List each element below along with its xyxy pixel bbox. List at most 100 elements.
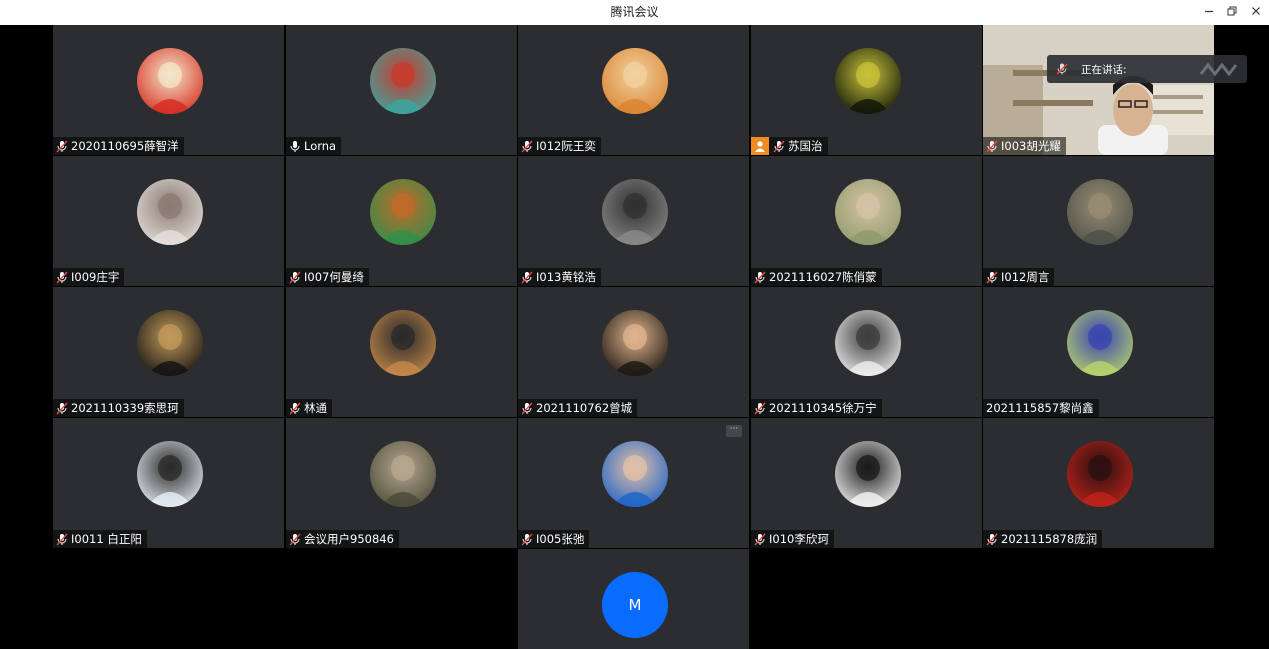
participant-tile[interactable]: I003胡光耀 xyxy=(983,25,1214,155)
participant-name: I003胡光耀 xyxy=(1001,139,1061,153)
participant-name: Lorna xyxy=(304,139,337,153)
muted-mic-icon xyxy=(56,533,68,545)
muted-mic-icon xyxy=(521,533,533,545)
participant-name: 2021110339索思珂 xyxy=(71,401,179,415)
participant-tile[interactable]: Lorna xyxy=(286,25,517,155)
participant-name: 2020110695薛智洋 xyxy=(71,139,179,153)
avatar xyxy=(835,441,901,507)
participant-name: 2021115857黎尚鑫 xyxy=(986,401,1094,415)
participant-name: I007何曼绮 xyxy=(304,270,364,284)
host-icon xyxy=(751,137,769,155)
muted-mic-icon xyxy=(289,271,301,283)
participant-name: 2021110762曾城 xyxy=(536,401,633,415)
muted-mic-icon xyxy=(754,533,766,545)
muted-mic-icon xyxy=(56,140,68,152)
participant-name-bar: I005张弛 xyxy=(518,530,590,548)
participant-name-bar: I0011 白正阳 xyxy=(53,530,147,548)
participant-name-bar: I007何曼绮 xyxy=(286,268,369,286)
participant-tile[interactable]: 2021110339索思珂 xyxy=(53,287,284,417)
window-title: 腾讯会议 xyxy=(610,5,659,19)
avatar xyxy=(602,179,668,245)
muted-mic-icon xyxy=(986,271,998,283)
avatar xyxy=(137,310,203,376)
participant-tile[interactable]: I007何曼绮 xyxy=(286,156,517,286)
participant-name: I010李欣珂 xyxy=(769,532,829,546)
avatar xyxy=(370,310,436,376)
avatar xyxy=(602,441,668,507)
participant-tile[interactable]: 会议用户950846 xyxy=(286,418,517,548)
avatar xyxy=(137,179,203,245)
participant-name-bar: 2021110345徐万宁 xyxy=(751,399,882,417)
participant-tile[interactable]: 林通 xyxy=(286,287,517,417)
participant-name: 2021116027陈俏蒙 xyxy=(769,270,877,284)
avatar xyxy=(137,441,203,507)
participant-name-bar: I009庄宇 xyxy=(53,268,125,286)
participant-tile[interactable]: 2021115857黎尚鑫 xyxy=(983,287,1214,417)
participant-name-bar: 2020110695薛智洋 xyxy=(53,137,184,155)
avatar xyxy=(1067,179,1133,245)
participant-name: 2021115878庞润 xyxy=(1001,532,1098,546)
muted-mic-icon xyxy=(986,140,998,152)
participant-tile[interactable]: I0011 白正阳 xyxy=(53,418,284,548)
participant-tile[interactable]: I013黄铭浩 xyxy=(518,156,749,286)
participant-name-bar: 2021115857黎尚鑫 xyxy=(983,399,1099,417)
avatar xyxy=(835,179,901,245)
participant-tile[interactable]: I010李欣珂 xyxy=(751,418,982,548)
participant-name-bar: 会议用户950846 xyxy=(286,530,399,548)
participant-tile[interactable]: I012阮王奕 xyxy=(518,25,749,155)
muted-mic-icon xyxy=(289,533,301,545)
avatar xyxy=(137,48,203,114)
participant-name-bar: I010李欣珂 xyxy=(751,530,834,548)
participant-tile[interactable]: 2020110695薛智洋 xyxy=(53,25,284,155)
mic-icon xyxy=(290,140,300,152)
participant-name-bar: 2021115878庞润 xyxy=(983,530,1103,548)
close-icon[interactable] xyxy=(1246,3,1266,21)
participant-name-bar: Lorna xyxy=(286,137,342,155)
participant-grid: 2020110695薛智洋 Lorna I012阮王奕 苏国治 I003胡光耀 I009庄… xyxy=(53,25,1216,549)
avatar xyxy=(835,310,901,376)
participant-tile[interactable]: 苏国治 xyxy=(751,25,982,155)
speaking-label: 正在讲话: xyxy=(1081,63,1127,76)
participant-name-bar: I003胡光耀 xyxy=(983,137,1066,155)
participant-name-bar: 苏国治 xyxy=(751,137,828,155)
muted-mic-icon xyxy=(56,271,68,283)
participant-tile[interactable]: I009庄宇 xyxy=(53,156,284,286)
participant-name-bar: 2021110762曾城 xyxy=(518,399,638,417)
participant-tile[interactable]: ··· I005张弛 xyxy=(518,418,749,548)
avatar xyxy=(602,310,668,376)
muted-mic-icon xyxy=(521,271,533,283)
muted-mic-icon xyxy=(754,271,766,283)
participant-tile-extra[interactable]: M xyxy=(518,549,749,649)
muted-mic-icon xyxy=(773,140,785,152)
more-options-button[interactable]: ··· xyxy=(726,425,742,437)
participant-tile[interactable]: 2021116027陈俏蒙 xyxy=(751,156,982,286)
avatar xyxy=(602,48,668,114)
muted-mic-icon xyxy=(521,140,533,152)
avatar xyxy=(1067,310,1133,376)
restore-icon[interactable] xyxy=(1222,3,1242,21)
participant-tile[interactable]: I012周言 xyxy=(983,156,1214,286)
avatar xyxy=(1067,441,1133,507)
participant-tile[interactable]: 2021110345徐万宁 xyxy=(751,287,982,417)
participant-name: I005张弛 xyxy=(536,532,585,546)
video-feed xyxy=(983,25,1214,155)
participant-name: I009庄宇 xyxy=(71,270,120,284)
speaking-wave-icon xyxy=(1199,62,1238,76)
participant-name: 苏国治 xyxy=(788,139,823,153)
participant-name: I0011 白正阳 xyxy=(71,532,142,546)
participant-tile[interactable]: 2021110762曾城 xyxy=(518,287,749,417)
participant-name-bar: 林通 xyxy=(286,399,332,417)
participant-name: 会议用户950846 xyxy=(304,532,394,546)
participant-name: 2021110345徐万宁 xyxy=(769,401,877,415)
letter-avatar: M xyxy=(602,572,668,638)
participant-name: I012周言 xyxy=(1001,270,1050,284)
muted-mic-icon xyxy=(1056,63,1068,75)
participant-name-bar: 2021116027陈俏蒙 xyxy=(751,268,882,286)
minimize-icon[interactable] xyxy=(1199,3,1219,21)
participant-name: I013黄铭浩 xyxy=(536,270,596,284)
muted-mic-icon xyxy=(521,402,533,414)
participant-tile[interactable]: 2021115878庞润 xyxy=(983,418,1214,548)
participant-name-bar: 2021110339索思珂 xyxy=(53,399,184,417)
speaking-indicator: 正在讲话: xyxy=(1047,55,1247,83)
muted-mic-icon xyxy=(754,402,766,414)
